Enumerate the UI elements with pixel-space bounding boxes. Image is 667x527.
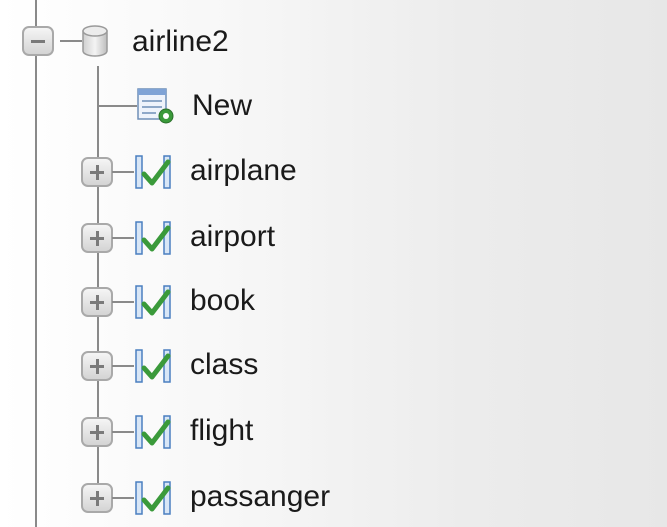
expand-table-toggle[interactable] bbox=[81, 417, 113, 447]
table-label[interactable]: passanger bbox=[190, 482, 330, 512]
database-item-airline2[interactable]: airline2 bbox=[132, 12, 229, 72]
table-icon[interactable] bbox=[134, 220, 178, 256]
table-item-book[interactable]: book bbox=[190, 271, 255, 331]
new-table-icon[interactable] bbox=[136, 86, 178, 126]
table-item-passanger[interactable]: passanger bbox=[190, 467, 330, 527]
table-icon[interactable] bbox=[134, 348, 178, 384]
tree-connector-line bbox=[60, 40, 82, 42]
table-icon[interactable] bbox=[134, 154, 178, 190]
expand-table-toggle[interactable] bbox=[81, 483, 113, 513]
new-label[interactable]: New bbox=[192, 91, 252, 121]
table-item-class[interactable]: class bbox=[190, 335, 258, 395]
tree-connector-line bbox=[112, 431, 134, 433]
table-item-flight[interactable]: flight bbox=[190, 401, 253, 461]
table-item-airport[interactable]: airport bbox=[190, 207, 275, 267]
new-table-item[interactable]: New bbox=[192, 76, 252, 136]
table-item-airplane[interactable]: airplane bbox=[190, 141, 297, 201]
tree-connector-line bbox=[112, 365, 134, 367]
expand-table-toggle[interactable] bbox=[81, 223, 113, 253]
tree-connector-line bbox=[112, 301, 134, 303]
table-label[interactable]: book bbox=[190, 286, 255, 316]
expand-table-toggle[interactable] bbox=[81, 351, 113, 381]
database-label[interactable]: airline2 bbox=[132, 27, 229, 57]
expand-table-toggle[interactable] bbox=[81, 287, 113, 317]
tree-connector-line bbox=[112, 497, 134, 499]
table-label[interactable]: airplane bbox=[190, 156, 297, 186]
table-icon[interactable] bbox=[134, 480, 178, 516]
table-icon[interactable] bbox=[134, 284, 178, 320]
tree-connector-line bbox=[35, 0, 37, 527]
table-icon[interactable] bbox=[134, 414, 178, 450]
tree-connector-line bbox=[112, 237, 134, 239]
table-label[interactable]: flight bbox=[190, 416, 253, 446]
database-navigation-tree: airline2 New airplane airport book class… bbox=[0, 0, 667, 527]
collapse-database-toggle[interactable] bbox=[22, 26, 54, 56]
tree-connector-line bbox=[112, 171, 134, 173]
database-icon[interactable] bbox=[80, 24, 110, 58]
expand-table-toggle[interactable] bbox=[81, 157, 113, 187]
tree-connector-line bbox=[97, 105, 137, 107]
table-label[interactable]: airport bbox=[190, 222, 275, 252]
table-label[interactable]: class bbox=[190, 350, 258, 380]
